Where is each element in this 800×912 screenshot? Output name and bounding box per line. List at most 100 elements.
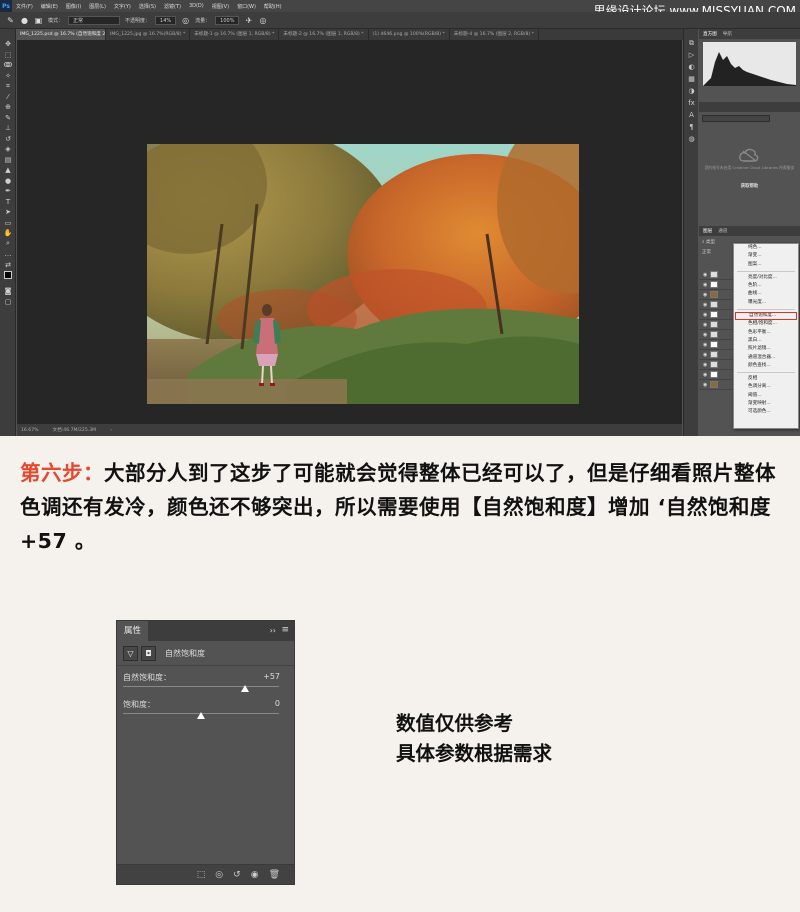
eye-icon[interactable]: ◉ xyxy=(703,342,707,348)
reset-icon[interactable]: ↺ xyxy=(233,870,241,880)
color-swatches[interactable] xyxy=(0,270,15,286)
airbrush-icon[interactable]: ✈ xyxy=(244,16,253,25)
healing-tool-icon[interactable]: ⊕ xyxy=(0,102,16,113)
blur-tool-icon[interactable]: ▲ xyxy=(0,165,16,176)
canvas-area[interactable] xyxy=(17,40,682,424)
eye-icon[interactable]: ◉ xyxy=(703,382,707,388)
styles-panel-icon[interactable]: fx xyxy=(684,97,699,109)
adjustment-menu-item[interactable]: 曲线... xyxy=(734,290,798,298)
history-panel-icon[interactable]: ⧉ xyxy=(684,37,699,49)
actions-panel-icon[interactable]: ▷ xyxy=(684,49,699,61)
brush-tool-icon[interactable]: ✎ xyxy=(6,16,15,25)
tab-properties[interactable]: 属性 xyxy=(117,621,149,641)
eye-icon[interactable]: ◉ xyxy=(703,332,707,338)
menu-file[interactable]: 文件(F) xyxy=(12,3,37,10)
menu-window[interactable]: 窗口(W) xyxy=(233,3,260,10)
eyedropper-tool-icon[interactable]: ⁄ xyxy=(0,92,16,103)
paragraph-panel-icon[interactable]: ¶ xyxy=(684,121,699,133)
adjustment-menu-item[interactable]: 照片滤镜... xyxy=(734,345,798,353)
swap-colors-icon[interactable]: ⇄ xyxy=(0,260,16,271)
adjustment-menu-item[interactable]: 色阶... xyxy=(734,282,798,290)
eye-icon[interactable]: ◉ xyxy=(703,312,707,318)
adjustments-panel-icon[interactable]: ◑ xyxy=(684,85,699,97)
tab-navigator[interactable]: 导航 xyxy=(723,31,732,37)
doc-tab[interactable]: IMG_1225.jpg @ 16.7%(RGB/8) * xyxy=(106,29,191,40)
color-panel-icon[interactable]: ◐ xyxy=(684,61,699,73)
vibrance-slider-thumb[interactable] xyxy=(241,685,250,692)
doc-tab[interactable]: (1) 4646.png @ 100%(RGB/8) * xyxy=(369,29,450,40)
saturation-value[interactable]: 0 xyxy=(240,699,280,708)
shape-tool-icon[interactable]: ▭ xyxy=(0,218,16,229)
adjustment-menu-item[interactable]: 色相/饱和度... xyxy=(734,320,798,328)
menu-layer[interactable]: 图层(L) xyxy=(85,3,110,10)
dodge-tool-icon[interactable]: ● xyxy=(0,176,16,187)
adjustment-menu-item[interactable]: 可选颜色... xyxy=(734,408,798,416)
library-select[interactable] xyxy=(702,115,770,122)
tab-channels[interactable]: 通道 xyxy=(718,228,727,234)
foreground-color-swatch[interactable] xyxy=(4,271,12,279)
doc-tab[interactable]: 未标题-2 @ 16.7% (图层 1, RGB/8) * xyxy=(279,29,369,40)
layer-mask-icon[interactable]: ◘ xyxy=(141,645,156,661)
mode-select[interactable]: 正常 xyxy=(68,15,121,25)
eye-icon[interactable]: ◉ xyxy=(703,352,707,358)
menu-view[interactable]: 视图(V) xyxy=(208,3,233,10)
visibility-eye-icon[interactable]: ◉ xyxy=(251,870,259,880)
adjustment-menu-item[interactable]: 自然饱和度... xyxy=(735,312,797,321)
brush-tool-icon[interactable]: ✎ xyxy=(0,113,16,124)
pressure-opacity-icon[interactable]: ◎ xyxy=(181,16,190,25)
adjustment-menu-item[interactable]: 渐变映射... xyxy=(734,400,798,408)
adjustment-menu-item[interactable]: 颜色查找... xyxy=(734,362,798,370)
eye-icon[interactable]: ◉ xyxy=(703,362,707,368)
tab-layers[interactable]: 图层 xyxy=(703,228,712,234)
doc-tab-active[interactable]: IMG_1225.psd @ 16.7% (自然饱和度 2, 图层蒙版/8) * xyxy=(16,29,106,40)
autumn-photo[interactable] xyxy=(147,144,579,404)
hand-tool-icon[interactable]: ✋ xyxy=(0,228,16,239)
history-brush-tool-icon[interactable]: ↺ xyxy=(0,134,16,145)
adjustment-menu-item[interactable]: 亮度/对比度... xyxy=(734,274,798,282)
eraser-tool-icon[interactable]: ◈ xyxy=(0,144,16,155)
saturation-slider-thumb[interactable] xyxy=(197,712,205,719)
zoom-tool-icon[interactable]: ⌕ xyxy=(0,239,16,250)
trash-icon[interactable]: 🗑 xyxy=(269,870,280,880)
menu-image[interactable]: 图像(I) xyxy=(62,3,85,10)
menu-edit[interactable]: 编辑(E) xyxy=(37,3,62,10)
gradient-tool-icon[interactable]: ▤ xyxy=(0,155,16,166)
eye-icon[interactable]: ◉ xyxy=(703,282,707,288)
magic-wand-tool-icon[interactable]: ✧ xyxy=(0,71,16,82)
adjustment-menu-item[interactable]: 通道混合器... xyxy=(734,354,798,362)
pen-tool-icon[interactable]: ✒ xyxy=(0,186,16,197)
crop-tool-icon[interactable]: ⌗ xyxy=(0,81,16,92)
zoom-level[interactable]: 16.67% xyxy=(21,428,39,433)
swatches-panel-icon[interactable]: ▦ xyxy=(684,73,699,85)
vibrance-slider-track[interactable] xyxy=(123,686,279,687)
menu-3d[interactable]: 3D(D) xyxy=(185,3,208,9)
doc-tab[interactable]: 未标题-1 @ 16.7% (图层 1, RGB/8) * xyxy=(190,29,280,40)
brush-preset-icon[interactable]: ● xyxy=(20,16,29,25)
character-panel-icon[interactable]: A xyxy=(684,109,699,121)
lasso-tool-icon[interactable]: ↂ xyxy=(0,60,16,71)
vibrance-value[interactable]: +57 xyxy=(240,672,280,681)
tab-histogram[interactable]: 直方图 xyxy=(703,31,717,37)
adjustment-menu-item[interactable]: 色彩平衡... xyxy=(734,329,798,337)
marquee-tool-icon[interactable]: ⬚ xyxy=(0,50,16,61)
adjustment-menu-item[interactable]: 曝光度... xyxy=(734,299,798,307)
adjustment-menu-item[interactable]: 图案... xyxy=(734,261,798,269)
more-tools-icon[interactable]: … xyxy=(0,249,16,260)
opacity-input[interactable]: 14% xyxy=(155,15,177,25)
quick-mask-icon[interactable]: ◙ xyxy=(0,286,16,297)
adjustment-menu-item[interactable]: 纯色... xyxy=(734,244,798,252)
adjustment-menu-item[interactable]: 渐变... xyxy=(734,252,798,260)
eye-icon[interactable]: ◉ xyxy=(703,302,707,308)
path-selection-tool-icon[interactable]: ➤ xyxy=(0,207,16,218)
layers-kind-filter[interactable]: ⌕ 类型 xyxy=(702,239,715,245)
clip-to-layer-icon[interactable]: ⬚ xyxy=(197,870,206,880)
eye-icon[interactable]: ◉ xyxy=(703,292,707,298)
adjustment-menu-item[interactable]: 黑白... xyxy=(734,337,798,345)
clone-stamp-tool-icon[interactable]: ⊥ xyxy=(0,123,16,134)
layers-blend-mode[interactable]: 正常 xyxy=(702,249,711,255)
eye-icon[interactable]: ◉ xyxy=(703,322,707,328)
view-previous-icon[interactable]: ◎ xyxy=(215,870,223,880)
panel-menu-icon[interactable]: ≡ xyxy=(281,625,289,635)
menu-filter[interactable]: 滤镜(T) xyxy=(160,3,185,10)
move-tool-icon[interactable]: ✥ xyxy=(0,39,16,50)
